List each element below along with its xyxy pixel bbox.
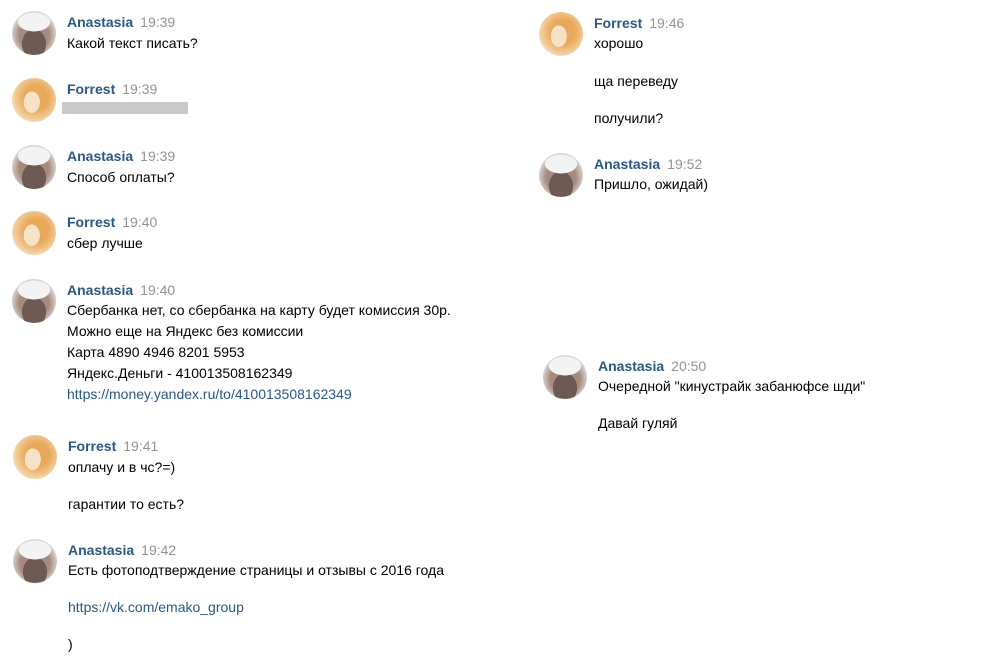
message-time[interactable]: 20:50: [671, 358, 706, 374]
author-name[interactable]: Anastasia: [67, 282, 133, 298]
avatar[interactable]: [12, 211, 56, 255]
message-time[interactable]: 19:39: [140, 148, 175, 164]
message-time[interactable]: 19:39: [122, 81, 157, 97]
message-time[interactable]: 19:40: [122, 214, 157, 230]
message-text: Есть фотоподтверждение страницы и отзывы…: [68, 562, 444, 578]
chat-message: Forrest 19:46 хорошо ща переведу получили…: [539, 12, 979, 132]
message-text: Давай гуляй: [598, 415, 678, 431]
message-text: получили?: [594, 110, 664, 126]
avatar[interactable]: [13, 435, 57, 479]
message-header: Forrest 19:46: [594, 14, 684, 32]
message-header: Anastasia 19:52: [594, 155, 702, 173]
avatar[interactable]: [12, 145, 56, 189]
redacted-text: [62, 102, 188, 114]
message-text: гарантии то есть?: [68, 496, 185, 512]
author-name[interactable]: Forrest: [67, 214, 115, 230]
message-header: Anastasia 20:50: [598, 357, 706, 375]
message-text: Какой текст писать?: [67, 35, 198, 51]
author-name[interactable]: Anastasia: [68, 542, 134, 558]
chat-message: Forrest 19:41 оплачу и в чс?=) гарантии т…: [13, 435, 483, 525]
message-link[interactable]: https://money.yandex.ru/to/4100135081623…: [67, 384, 352, 404]
avatar[interactable]: [12, 78, 56, 122]
author-name[interactable]: Forrest: [68, 438, 116, 454]
message-text: сбер лучше: [67, 235, 143, 251]
message-text: Сбербанка нет, со сбербанка на карту буд…: [67, 302, 451, 318]
message-text: оплачу и в чс?=): [68, 459, 176, 475]
message-header: Anastasia 19:39: [67, 13, 175, 31]
message-time[interactable]: 19:39: [140, 14, 175, 30]
message-text: Пришло, ожидай): [594, 176, 709, 192]
avatar[interactable]: [12, 279, 56, 323]
message-header: Forrest 19:40: [67, 213, 157, 231]
author-name[interactable]: Forrest: [67, 81, 115, 97]
chat-message: Anastasia 20:50 Очередной "кинустрайк заб…: [543, 355, 983, 445]
message-time[interactable]: 19:52: [667, 156, 702, 172]
chat-message: Anastasia 19:42 Есть фотоподтверждение ст…: [13, 539, 513, 659]
message-text: Можно еще на Яндекс без комиссии: [67, 323, 304, 339]
message-header: Anastasia 19:40: [67, 281, 175, 299]
message-text: Очередной "кинустрайк забанюфсе шди": [598, 378, 866, 394]
chat-message: Anastasia 19:52 Пришло, ожидай): [539, 153, 979, 203]
chat-message: Anastasia 19:39 Способ оплаты?: [12, 145, 482, 195]
chat-message: Anastasia 19:40 Сбербанка нет, со сбербан…: [12, 279, 512, 409]
message-header: Forrest 19:39: [67, 80, 157, 98]
message-header: Forrest 19:41: [68, 437, 158, 455]
avatar[interactable]: [543, 355, 587, 399]
message-text: ща переведу: [594, 73, 679, 89]
author-name[interactable]: Anastasia: [598, 358, 664, 374]
message-link[interactable]: https://vk.com/emako_group: [68, 597, 244, 617]
author-name[interactable]: Anastasia: [67, 148, 133, 164]
author-name[interactable]: Anastasia: [67, 14, 133, 30]
message-header: Anastasia 19:42: [68, 541, 176, 559]
chat-message: Forrest 19:39: [12, 78, 482, 128]
chat-message: Forrest 19:40 сбер лучше: [12, 211, 482, 261]
message-text: Карта 4890 4946 8201 5953: [67, 344, 245, 360]
author-name[interactable]: Anastasia: [594, 156, 660, 172]
message-text: ): [68, 636, 73, 652]
avatar[interactable]: [539, 12, 583, 56]
message-time[interactable]: 19:41: [123, 438, 158, 454]
message-text: Способ оплаты?: [67, 169, 175, 185]
message-header: Anastasia 19:39: [67, 147, 175, 165]
message-time[interactable]: 19:46: [649, 15, 684, 31]
message-text: Яндекс.Деньги - 410013508162349: [67, 365, 293, 381]
chat-message: Anastasia 19:39 Какой текст писать?: [12, 11, 482, 61]
avatar[interactable]: [13, 539, 57, 583]
avatar[interactable]: [539, 153, 583, 197]
message-time[interactable]: 19:42: [141, 542, 176, 558]
message-text: хорошо: [594, 35, 644, 51]
avatar[interactable]: [12, 11, 56, 55]
message-time[interactable]: 19:40: [140, 282, 175, 298]
author-name[interactable]: Forrest: [594, 15, 642, 31]
